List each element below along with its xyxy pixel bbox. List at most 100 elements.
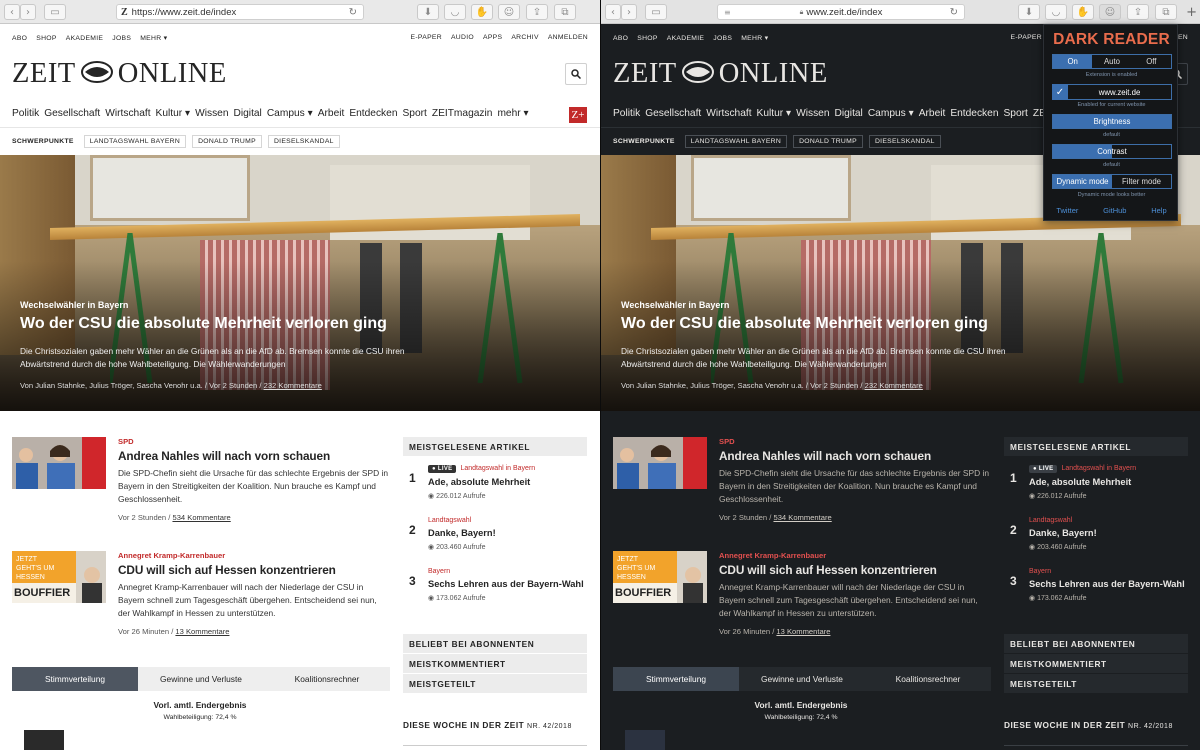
main-nav-item-10[interactable]: ZEITmagazin — [432, 108, 493, 119]
brightness-slider[interactable]: Brightness — [1052, 114, 1172, 129]
top-nav-link-0[interactable]: E-PAPER — [1011, 34, 1042, 41]
main-nav-item-8[interactable]: Entdecken — [349, 108, 397, 119]
most-read-title[interactable]: Sechs Lehren aus der Bayern-Wahl — [428, 578, 588, 591]
twitter-link[interactable]: Twitter — [1056, 206, 1078, 215]
zplus-button[interactable]: Z+ — [569, 107, 587, 123]
article-title[interactable]: Andrea Nahles will nach vorn schauen — [118, 449, 390, 463]
share-icon[interactable]: ⇪ — [526, 4, 548, 20]
reload-icon[interactable]: ↻ — [950, 7, 958, 18]
meistkommentiert-tab[interactable]: MEISTKOMMENTIERT — [1004, 654, 1188, 673]
beliebt-bei-abonnenten-tab[interactable]: BELIEBT BEI ABONNENTEN — [403, 634, 587, 653]
main-nav-item-4[interactable]: Wissen — [796, 108, 829, 119]
article-teaser-akk[interactable]: JETZT GEHT'S UM HESSEN BOUFFIER Annegret Kr… — [12, 551, 392, 646]
top-nav-link-0[interactable]: ABO — [12, 35, 27, 42]
mode-on-button[interactable]: On — [1053, 55, 1093, 68]
tag-donald-trump[interactable]: DONALD TRUMP — [192, 134, 262, 148]
tag-landtagswahl-bayern[interactable]: LANDTAGSWAHL BAYERN — [684, 134, 788, 148]
top-nav-link-3[interactable]: ARCHIV — [511, 34, 538, 41]
main-nav-item-7[interactable]: Arbeit — [919, 108, 946, 119]
meistkommentiert-tab[interactable]: MEISTKOMMENTIERT — [403, 654, 587, 673]
help-link[interactable]: Help — [1151, 206, 1166, 215]
reload-icon[interactable]: ↻ — [349, 7, 357, 18]
main-nav-item-1[interactable]: Gesellschaft — [44, 108, 100, 119]
meistgeteilt-tab[interactable]: MEISTGETEILT — [403, 674, 587, 693]
hero-headline[interactable]: Wo der CSU die absolute Mehrheit verlore… — [621, 315, 988, 333]
article-comments-link[interactable]: 534 Kommentare — [773, 513, 831, 522]
tag-dieselskandal[interactable]: DIESELSKANDAL — [868, 134, 941, 148]
mode-off-button[interactable]: Off — [1132, 55, 1171, 68]
tabs-overview-icon[interactable]: ⧉ — [1155, 4, 1177, 20]
top-nav-link-1[interactable]: SHOP — [637, 35, 657, 42]
download-icon[interactable]: ⬇ — [1018, 4, 1040, 20]
main-nav-item-3[interactable]: Kultur ▾ — [757, 108, 792, 119]
main-nav-item-8[interactable]: Entdecken — [950, 108, 998, 119]
tab-koalitionsrechner[interactable]: Koalitionsrechner — [264, 667, 390, 691]
article-title[interactable]: CDU will sich auf Hessen konzentrieren — [118, 563, 390, 577]
tab-gewinne-verluste[interactable]: Gewinne und Verluste — [739, 667, 865, 691]
main-nav-item-6[interactable]: Campus ▾ — [267, 108, 313, 119]
top-nav-link-4[interactable]: MEHR ▾ — [741, 35, 768, 42]
address-bar[interactable]: Z https://www.zeit.de/index ↻ — [116, 4, 364, 20]
article-comments-link[interactable]: 13 Kommentare — [776, 627, 830, 636]
top-nav-link-3[interactable]: JOBS — [713, 35, 732, 42]
mode-auto-button[interactable]: Auto — [1092, 55, 1131, 68]
main-nav-item-5[interactable]: Digital — [835, 108, 863, 119]
tabs-overview-icon[interactable]: ⧉ — [554, 4, 576, 20]
main-nav-item-4[interactable]: Wissen — [195, 108, 228, 119]
hero-comments-link[interactable]: 232 Kommentare — [865, 381, 923, 390]
top-nav-link-0[interactable]: ABO — [613, 35, 628, 42]
sidebar-toggle-button[interactable]: ▭ — [44, 4, 66, 20]
dark-reader-icon[interactable]: ☺ — [498, 4, 520, 20]
search-button[interactable] — [565, 63, 587, 85]
contrast-slider[interactable]: Contrast — [1052, 144, 1172, 159]
back-button[interactable]: ‹ — [605, 4, 621, 20]
checkmark-icon[interactable]: ✓ — [1052, 84, 1068, 100]
address-bar[interactable]: ≡ 🔒︎ www.zeit.de/index ↻ — [717, 4, 965, 20]
tag-dieselskandal[interactable]: DIESELSKANDAL — [267, 134, 340, 148]
main-nav-item-3[interactable]: Kultur ▾ — [156, 108, 191, 119]
article-teaser-akk[interactable]: JETZT GEHT'S UM HESSEN BOUFFIER Annegret Kr… — [613, 551, 993, 646]
dynamic-mode-button[interactable]: Dynamic mode — [1053, 175, 1112, 188]
main-nav-item-0[interactable]: Politik — [12, 108, 39, 119]
pocket-icon[interactable]: ◡ — [1045, 4, 1067, 20]
sidebar-toggle-button[interactable]: ▭ — [645, 4, 667, 20]
top-nav-link-4[interactable]: ANMELDEN — [548, 34, 588, 41]
new-tab-icon[interactable]: + — [1186, 5, 1197, 20]
most-read-title[interactable]: Danke, Bayern! — [1029, 527, 1189, 540]
most-read-title[interactable]: Sechs Lehren aus der Bayern-Wahl — [1029, 578, 1189, 591]
main-nav-item-2[interactable]: Wirtschaft — [706, 108, 751, 119]
main-nav-item-11[interactable]: mehr ▾ — [497, 108, 528, 119]
extension-icon[interactable]: ✋ — [1072, 4, 1094, 20]
zeit-online-logo[interactable]: ZEIT ONLINE — [613, 58, 828, 90]
extension-icon[interactable]: ✋ — [471, 4, 493, 20]
beliebt-bei-abonnenten-tab[interactable]: BELIEBT BEI ABONNENTEN — [1004, 634, 1188, 653]
main-nav-item-7[interactable]: Arbeit — [318, 108, 345, 119]
main-nav-item-0[interactable]: Politik — [613, 108, 640, 119]
tab-gewinne-verluste[interactable]: Gewinne und Verluste — [138, 667, 264, 691]
zeit-online-logo[interactable]: ZEIT ONLINE — [12, 58, 227, 90]
article-title[interactable]: CDU will sich auf Hessen konzentrieren — [719, 563, 991, 577]
main-nav-item-6[interactable]: Campus ▾ — [868, 108, 914, 119]
top-nav-link-2[interactable]: AKADEMIE — [66, 35, 104, 42]
top-nav-link-4[interactable]: MEHR ▾ — [140, 35, 167, 42]
share-icon[interactable]: ⇪ — [1127, 4, 1149, 20]
hero-headline[interactable]: Wo der CSU die absolute Mehrheit verlore… — [20, 315, 387, 333]
top-nav-link-2[interactable]: AKADEMIE — [667, 35, 705, 42]
top-nav-link-1[interactable]: AUDIO — [451, 34, 474, 41]
meistgeteilt-tab[interactable]: MEISTGETEILT — [1004, 674, 1188, 693]
site-toggle[interactable]: ✓ www.zeit.de — [1052, 84, 1172, 100]
top-nav-link-0[interactable]: E-PAPER — [411, 34, 442, 41]
filter-mode-button[interactable]: Filter mode — [1112, 175, 1171, 188]
main-nav-item-5[interactable]: Digital — [234, 108, 262, 119]
meistgelesen-header[interactable]: MEISTGELESENE ARTIKEL — [1004, 437, 1188, 456]
forward-button[interactable]: › — [20, 4, 36, 20]
hero-comments-link[interactable]: 232 Kommentare — [264, 381, 322, 390]
tab-stimmverteilung[interactable]: Stimmverteilung — [12, 667, 138, 691]
most-read-title[interactable]: Ade, absolute Mehrheit — [1029, 476, 1189, 489]
article-comments-link[interactable]: 13 Kommentare — [175, 627, 229, 636]
top-nav-link-3[interactable]: JOBS — [112, 35, 131, 42]
main-nav-item-9[interactable]: Sport — [1004, 108, 1028, 119]
tag-landtagswahl-bayern[interactable]: LANDTAGSWAHL BAYERN — [83, 134, 187, 148]
top-nav-link-2[interactable]: APPS — [483, 34, 502, 41]
forward-button[interactable]: › — [621, 4, 637, 20]
